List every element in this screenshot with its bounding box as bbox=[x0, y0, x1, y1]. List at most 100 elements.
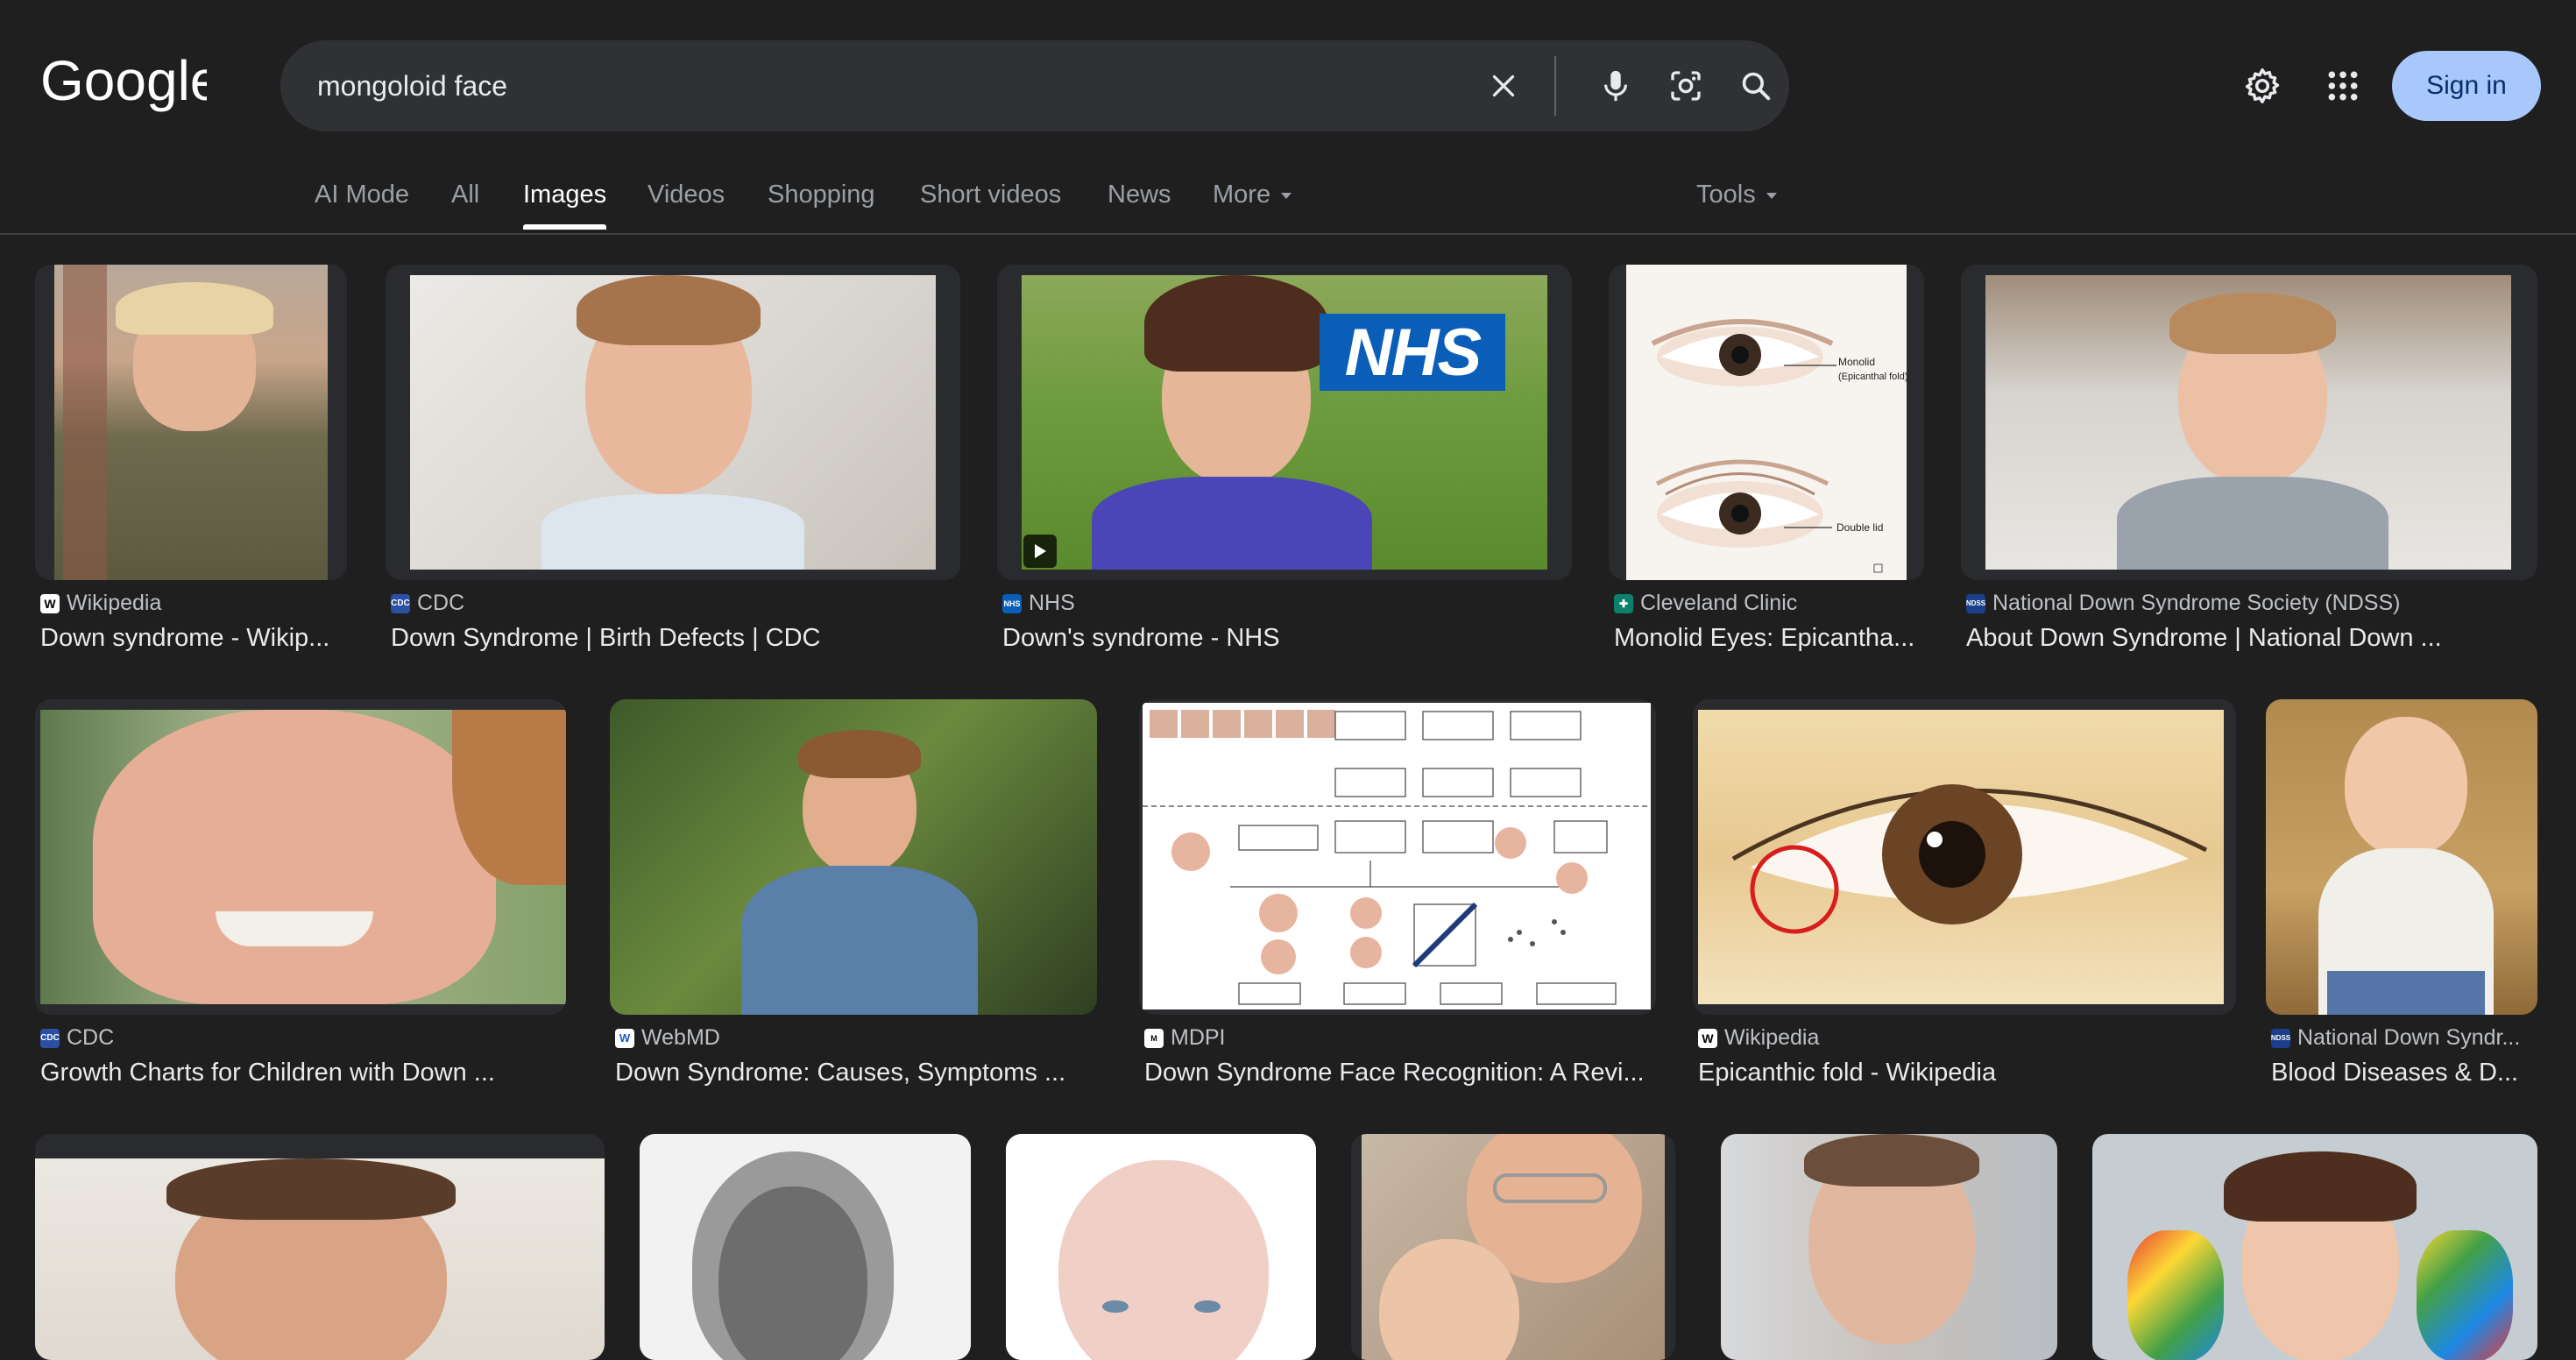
image-result[interactable]: W WebMD Down Syndrome: Causes, Symptoms .… bbox=[610, 699, 1097, 1102]
thumbnail-image[interactable] bbox=[1006, 1134, 1316, 1360]
sign-in-button[interactable]: Sign in bbox=[2392, 51, 2541, 121]
tab-images[interactable]: Images bbox=[523, 181, 606, 209]
tab-short-videos[interactable]: Short videos bbox=[920, 181, 1061, 209]
thumbnail-image[interactable] bbox=[35, 1158, 605, 1360]
thumbnail-frame bbox=[640, 1134, 971, 1360]
result-source[interactable]: NHS NHS bbox=[1002, 591, 1563, 616]
thumbnail-image[interactable] bbox=[40, 710, 566, 1004]
flowchart-diagram bbox=[1143, 710, 1651, 1005]
source-name: CDC bbox=[417, 591, 465, 615]
thumbnail-image[interactable] bbox=[610, 699, 1097, 1015]
thumbnail-frame bbox=[1006, 1134, 1316, 1360]
microphone-icon[interactable] bbox=[1589, 60, 1642, 112]
thumbnail-frame bbox=[2092, 1134, 2537, 1360]
result-source[interactable]: W Wikipedia bbox=[40, 591, 352, 616]
apps-grid-icon[interactable] bbox=[2315, 58, 2371, 114]
result-title[interactable]: About Down Syndrome | National Down ... bbox=[1966, 624, 2536, 653]
image-result[interactable] bbox=[35, 1134, 605, 1360]
thumbnail-image[interactable]: Monolid (Epicanthal fold) Double lid bbox=[1626, 265, 1907, 580]
result-title[interactable]: Growth Charts for Children with Down ... bbox=[40, 1059, 566, 1087]
image-result[interactable] bbox=[640, 1134, 971, 1360]
tab-news[interactable]: News bbox=[1108, 181, 1171, 209]
tools-button[interactable]: Tools bbox=[1696, 181, 1777, 209]
image-result[interactable]: NHS NHS NHS Down's syndrome - NHS bbox=[997, 265, 1572, 668]
eye-closeup bbox=[1731, 784, 2208, 934]
thumbnail-image[interactable] bbox=[2266, 699, 2537, 1015]
logo-text: Google bbox=[40, 51, 207, 112]
result-title[interactable]: Down's syndrome - NHS bbox=[1002, 624, 1563, 653]
result-title[interactable]: Down Syndrome: Causes, Symptoms ... bbox=[615, 1059, 1097, 1087]
result-source[interactable]: CDC CDC bbox=[40, 1025, 566, 1051]
result-source[interactable]: M MDPI bbox=[1144, 1025, 1652, 1051]
thumbnail-image[interactable] bbox=[1721, 1134, 2057, 1360]
search-input[interactable]: mongoloid face bbox=[317, 40, 507, 131]
search-box[interactable]: mongoloid face bbox=[280, 40, 1789, 131]
source-name: Cleveland Clinic bbox=[1640, 591, 1798, 615]
thumbnail-image[interactable] bbox=[640, 1134, 971, 1360]
image-result[interactable]: CDC CDC Down Syndrome | Birth Defects | C… bbox=[386, 265, 960, 668]
thumbnail-image[interactable] bbox=[1143, 703, 1651, 1009]
mdpi-favicon-icon: M bbox=[1144, 1028, 1164, 1048]
image-result[interactable] bbox=[1006, 1134, 1316, 1360]
cdc-favicon-icon: CDC bbox=[40, 1028, 60, 1048]
lens-camera-icon[interactable] bbox=[1660, 60, 1712, 112]
result-source[interactable]: W Wikipedia bbox=[1698, 1025, 2233, 1051]
image-result[interactable]: W Wikipedia Down syndrome - Wikip... bbox=[35, 265, 347, 668]
nhs-logo: NHS bbox=[1320, 314, 1505, 391]
thumbnail-frame bbox=[610, 699, 1097, 1015]
source-name: CDC bbox=[67, 1025, 115, 1050]
google-logo[interactable]: Google bbox=[40, 51, 207, 116]
result-source[interactable]: NDSS National Down Syndr... bbox=[2271, 1025, 2534, 1051]
image-result[interactable]: NDSS National Down Syndr... Blood Disease… bbox=[2266, 699, 2537, 1102]
thumbnail-image[interactable]: NHS bbox=[1022, 275, 1547, 570]
image-result[interactable] bbox=[1351, 1134, 1675, 1360]
thumbnail-frame bbox=[1721, 1134, 2057, 1360]
image-result[interactable]: NDSS National Down Syndrome Society (NDSS… bbox=[1961, 265, 2537, 668]
result-title[interactable]: Down syndrome - Wikip... bbox=[40, 624, 352, 653]
thumbnail-image[interactable] bbox=[2092, 1134, 2537, 1360]
tab-more[interactable]: More bbox=[1213, 181, 1292, 209]
chevron-down-icon bbox=[1766, 192, 1777, 199]
result-title[interactable]: Blood Diseases & D... bbox=[2271, 1059, 2534, 1087]
nhs-favicon-icon: NHS bbox=[1002, 593, 1022, 613]
active-tab-indicator bbox=[523, 224, 606, 230]
image-result[interactable]: W Wikipedia Epicanthic fold - Wikipedia bbox=[1693, 699, 2236, 1102]
result-title[interactable]: Down Syndrome | Birth Defects | CDC bbox=[391, 624, 952, 653]
search-divider bbox=[1554, 56, 1556, 116]
image-result[interactable] bbox=[2092, 1134, 2537, 1360]
tab-all[interactable]: All bbox=[451, 181, 479, 209]
chevron-down-icon bbox=[1281, 192, 1292, 199]
image-result[interactable]: Monolid (Epicanthal fold) Double lid ✚ Cl… bbox=[1609, 265, 1924, 668]
thumbnail-image[interactable] bbox=[410, 275, 936, 570]
thumbnail-frame bbox=[35, 265, 347, 580]
thumbnail-image[interactable] bbox=[1362, 1134, 1665, 1360]
thumbnail-frame bbox=[35, 1134, 605, 1360]
result-source[interactable]: CDC CDC bbox=[391, 591, 952, 616]
result-title[interactable]: Down Syndrome Face Recognition: A Revi..… bbox=[1144, 1059, 1652, 1087]
tab-ai-mode[interactable]: AI Mode bbox=[315, 181, 409, 209]
settings-gear-icon[interactable] bbox=[2234, 58, 2290, 114]
thumbnail-image[interactable] bbox=[1985, 275, 2511, 570]
diagram-label: Monolid bbox=[1838, 356, 1875, 368]
result-source[interactable]: ✚ Cleveland Clinic bbox=[1614, 591, 1921, 616]
image-result[interactable] bbox=[1721, 1134, 2057, 1360]
result-source[interactable]: W WebMD bbox=[615, 1025, 1097, 1051]
search-tabs: AI Mode All Images Videos Shopping Short… bbox=[0, 166, 2576, 235]
thumbnail-image[interactable] bbox=[54, 265, 328, 580]
result-source[interactable]: NDSS National Down Syndrome Society (NDSS… bbox=[1966, 591, 2536, 616]
image-result[interactable]: M MDPI Down Syndrome Face Recognition: A … bbox=[1139, 699, 1656, 1102]
tab-videos[interactable]: Videos bbox=[648, 181, 725, 209]
eye-diagram: Monolid (Epicanthal fold) Double lid bbox=[1651, 319, 1907, 573]
tab-shopping[interactable]: Shopping bbox=[768, 181, 875, 209]
image-result[interactable]: CDC CDC Growth Charts for Children with D… bbox=[35, 699, 566, 1102]
search-icon[interactable] bbox=[1730, 60, 1782, 112]
clear-icon[interactable] bbox=[1477, 60, 1530, 112]
thumbnail-frame bbox=[1693, 699, 2236, 1015]
diagram-label: Double lid bbox=[1836, 521, 1883, 534]
thumbnail-image[interactable] bbox=[1698, 710, 2224, 1004]
result-title[interactable]: Monolid Eyes: Epicantha... bbox=[1614, 624, 1921, 653]
result-title[interactable]: Epicanthic fold - Wikipedia bbox=[1698, 1059, 2233, 1087]
thumbnail-frame bbox=[35, 699, 566, 1015]
thumbnail-frame: Monolid (Epicanthal fold) Double lid bbox=[1609, 265, 1924, 580]
play-video-icon[interactable] bbox=[1023, 535, 1057, 568]
